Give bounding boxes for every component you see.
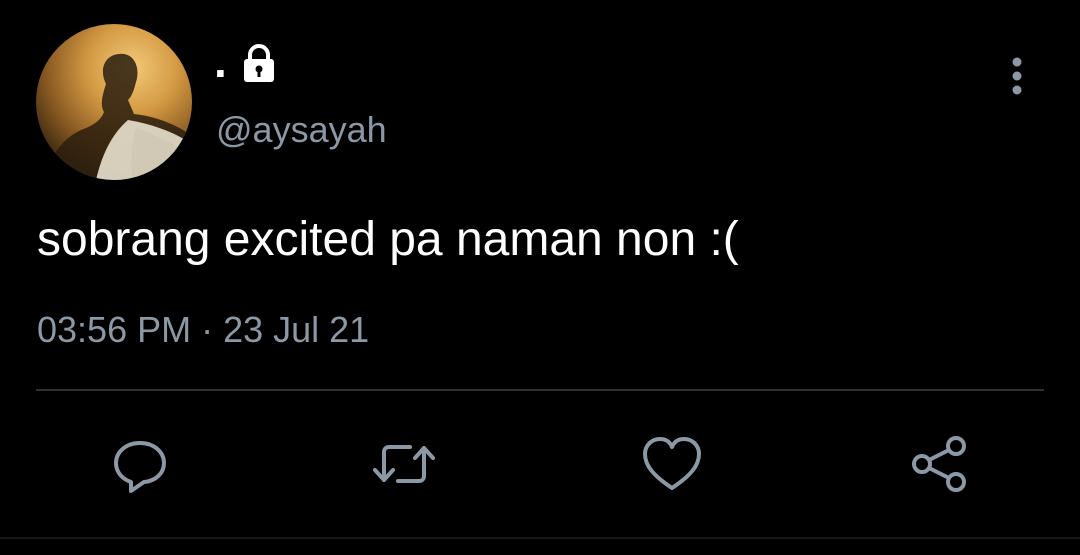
- retweet-icon: [373, 445, 435, 483]
- tweet-detail: . @aysayah sobrang excited pa naman non …: [0, 0, 1080, 555]
- like-button[interactable]: [640, 432, 704, 496]
- share-icon: [912, 436, 966, 492]
- bottom-divider: [0, 537, 1080, 539]
- lock-icon: [244, 44, 274, 82]
- share-button[interactable]: [908, 432, 972, 496]
- avatar[interactable]: [36, 24, 192, 180]
- divider: [36, 389, 1044, 391]
- tweet-text: sobrang excited pa naman non :(: [37, 213, 739, 266]
- reply-icon: [114, 441, 166, 493]
- tweet-timestamp[interactable]: 03:56 PM · 23 Jul 21: [37, 312, 369, 348]
- retweet-button[interactable]: [372, 432, 436, 496]
- reply-button[interactable]: [108, 432, 172, 496]
- more-vertical-icon[interactable]: [1000, 54, 1034, 100]
- user-handle[interactable]: @aysayah: [216, 112, 387, 148]
- heart-icon: [643, 437, 701, 490]
- display-name[interactable]: .: [214, 38, 227, 84]
